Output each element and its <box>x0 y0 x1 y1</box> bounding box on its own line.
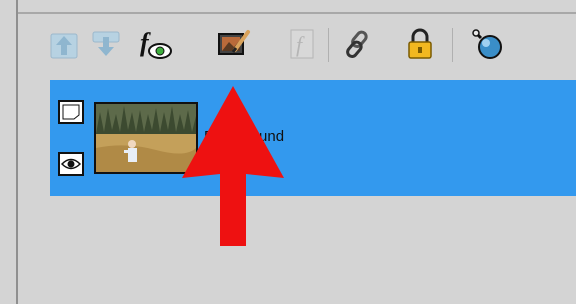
lock-layer-button[interactable] <box>402 26 438 62</box>
layer-thumbnail[interactable] <box>94 102 198 174</box>
eye-icon <box>61 158 81 170</box>
photo-edit-brush-icon <box>218 30 250 55</box>
photo-edit-button[interactable] <box>216 26 252 62</box>
toolbar-separator <box>328 28 329 62</box>
move-layer-down-button[interactable] <box>88 26 124 62</box>
blend-ball-icon <box>472 29 502 59</box>
layer-row-background[interactable]: Background <box>50 80 576 196</box>
move-layer-up-button[interactable] <box>46 26 82 62</box>
visibility-toggle[interactable] <box>58 152 84 176</box>
move-layer-up-icon <box>50 33 78 59</box>
toolbar-separator <box>452 28 453 62</box>
layer-thumbnail-image <box>96 104 196 172</box>
link-chain-icon <box>346 30 368 59</box>
layer-effects-button[interactable]: f <box>138 26 174 62</box>
layers-toolbar: f f <box>46 18 566 70</box>
layer-mask-icon[interactable] <box>58 100 84 124</box>
panel-left-border <box>0 0 20 304</box>
script-button[interactable]: f <box>284 26 320 62</box>
lock-icon <box>408 28 432 59</box>
blending-options-button[interactable] <box>470 26 506 62</box>
panel-top-divider <box>18 12 576 14</box>
layer-name-label[interactable]: Background <box>204 128 284 145</box>
page-fold-icon <box>62 104 80 120</box>
script-f-icon: f <box>290 29 314 59</box>
layer-effects-fx-icon: f <box>140 28 172 59</box>
link-layers-button[interactable] <box>340 26 376 62</box>
move-layer-down-icon <box>92 31 120 56</box>
